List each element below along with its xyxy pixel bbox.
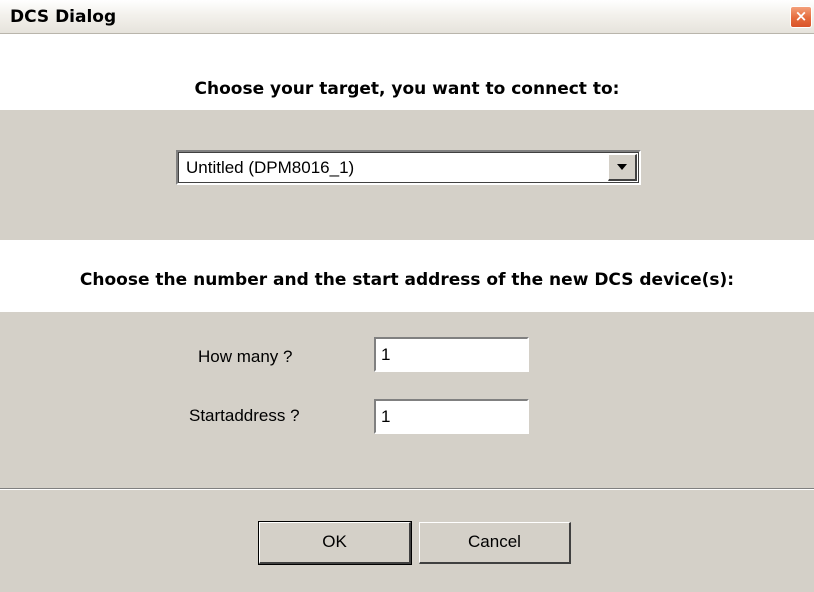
device-heading: Choose the number and the start address …	[79, 270, 735, 290]
close-icon: ×	[794, 7, 808, 25]
how-many-value: 1	[381, 345, 391, 364]
target-combobox[interactable]: Untitled (DPM8016_1)	[176, 150, 641, 185]
target-heading: Choose your target, you want to connect …	[194, 79, 620, 99]
start-address-input[interactable]: 1	[374, 399, 529, 434]
ok-button[interactable]: OK	[258, 521, 412, 565]
target-combobox-value: Untitled (DPM8016_1)	[186, 158, 355, 177]
how-many-label: How many ?	[198, 347, 293, 366]
target-dropdown-button[interactable]	[608, 154, 637, 181]
how-many-input[interactable]: 1	[374, 337, 529, 372]
start-address-label: Startaddress ?	[189, 406, 300, 425]
button-separator	[0, 488, 814, 490]
window-title: DCS Dialog	[10, 7, 117, 27]
dcs-dialog-window: DCS Dialog × Choose your target, you wan…	[0, 0, 814, 592]
cancel-button[interactable]: Cancel	[419, 522, 571, 564]
close-button[interactable]: ×	[790, 6, 812, 28]
chevron-down-icon	[617, 164, 627, 170]
title-bar[interactable]: DCS Dialog ×	[0, 0, 814, 34]
start-address-value: 1	[381, 407, 391, 426]
